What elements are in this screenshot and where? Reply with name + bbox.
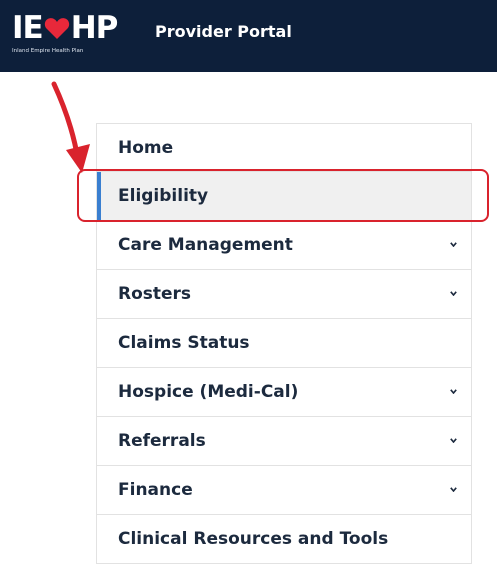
iehp-logo[interactable]: IE HP Inland Empire Health Plan xyxy=(12,10,122,58)
menu-item-clinical-resources-and-tools[interactable]: Clinical Resources and Tools xyxy=(96,515,472,564)
chevron-down-icon[interactable] xyxy=(450,389,457,394)
portal-title: Provider Portal xyxy=(155,22,292,41)
menu-item-referrals[interactable]: Referrals xyxy=(96,417,472,466)
chevron-down-icon[interactable] xyxy=(450,291,457,296)
sidebar-menu: Home Eligibility Care Management Rosters… xyxy=(96,123,472,564)
menu-item-care-management[interactable]: Care Management xyxy=(96,221,472,270)
menu-item-finance[interactable]: Finance xyxy=(96,466,472,515)
logo-text-hp: HP xyxy=(70,10,119,46)
menu-item-label: Clinical Resources and Tools xyxy=(118,529,389,549)
chevron-down-icon[interactable] xyxy=(450,242,457,247)
menu-item-label: Home xyxy=(118,138,174,158)
chevron-down-icon[interactable] xyxy=(450,487,457,492)
menu-item-label: Claims Status xyxy=(118,333,250,353)
logo-text-ie: IE xyxy=(12,10,44,46)
menu-item-eligibility[interactable]: Eligibility xyxy=(96,172,472,221)
menu-item-label: Care Management xyxy=(118,235,293,255)
menu-item-claims-status[interactable]: Claims Status xyxy=(96,319,472,368)
menu-item-rosters[interactable]: Rosters xyxy=(96,270,472,319)
logo-subtitle: Inland Empire Health Plan xyxy=(12,48,84,54)
menu-item-home[interactable]: Home xyxy=(96,123,472,172)
chevron-down-icon[interactable] xyxy=(450,438,457,443)
menu-item-label: Finance xyxy=(118,480,193,500)
menu-item-label: Hospice (Medi-Cal) xyxy=(118,382,299,402)
menu-item-label: Rosters xyxy=(118,284,192,304)
menu-item-hospice-medi-cal[interactable]: Hospice (Medi-Cal) xyxy=(96,368,472,417)
red-arrow-icon xyxy=(51,81,90,173)
logo-wordmark: IE HP xyxy=(12,10,122,46)
heart-icon xyxy=(44,18,69,39)
top-header-bar: IE HP Inland Empire Health Plan Provider… xyxy=(0,0,497,72)
menu-item-label: Eligibility xyxy=(118,186,209,206)
menu-item-label: Referrals xyxy=(118,431,206,451)
